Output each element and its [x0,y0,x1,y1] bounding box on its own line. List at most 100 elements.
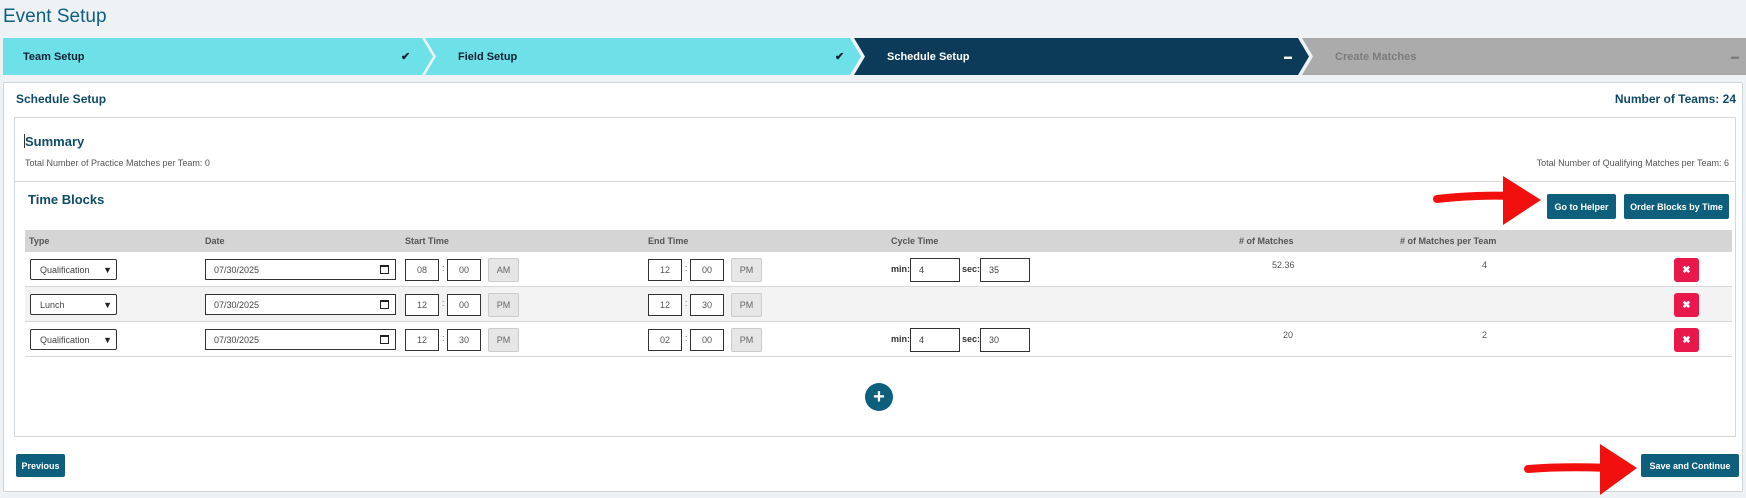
order-blocks-button[interactable]: Order Blocks by Time [1624,194,1729,219]
end-hour-input[interactable]: 12 [648,259,682,281]
end-ampm-toggle[interactable]: PM [731,293,762,317]
end-ampm-toggle[interactable]: PM [731,258,762,282]
start-hour-input[interactable]: 08 [405,259,439,281]
number-of-teams: Number of Teams: 24 [1614,92,1736,106]
matches-per-team-value: 4 [1482,260,1488,270]
cycle-min-input[interactable]: 4 [910,328,960,352]
cycle-sec-input[interactable]: 35 [980,258,1030,282]
time-colon: : [685,333,688,343]
time-colon: : [442,333,445,343]
chevron-down-icon: ▼ [103,335,112,345]
schedule-setup-card: Schedule Setup Number of Teams: 24 Summa… [3,82,1743,492]
add-time-block-button[interactable]: + [865,383,893,411]
start-ampm-toggle[interactable]: PM [488,328,519,352]
end-minute-input[interactable]: 00 [690,259,724,281]
end-hour-input[interactable]: 12 [648,294,682,316]
col-date: Date [205,236,225,246]
cycle-sec-label: sec: [962,334,981,344]
start-ampm-toggle[interactable]: PM [488,293,519,317]
cycle-min-label: min: [891,334,910,344]
time-colon: : [685,263,688,273]
col-matches: # of Matches [1239,236,1294,246]
type-select[interactable]: Lunch ▼ [30,294,117,315]
date-input[interactable]: 07/30/2025 [205,259,396,280]
previous-button[interactable]: Previous [16,454,65,477]
delete-row-button[interactable]: ✖ [1674,258,1699,282]
time-colon: : [442,263,445,273]
matches-per-team-value: 2 [1482,330,1488,340]
cycle-sec-label: sec: [962,264,981,274]
col-cycle-time: Cycle Time [891,236,939,246]
table-row: Qualification ▼ 07/30/2025 12 : 30 PM 02 … [25,322,1732,357]
annotation-arrow-icon [1433,176,1541,225]
date-value: 07/30/2025 [214,299,260,310]
start-minute-input[interactable]: 00 [447,259,481,281]
end-hour-input[interactable]: 02 [648,329,682,351]
date-input[interactable]: 07/30/2025 [205,294,396,315]
matches-value: 52.36 [1272,260,1295,270]
col-start-time: Start Time [405,236,449,246]
minus-icon: ▬ [1284,52,1292,61]
date-input[interactable]: 07/30/2025 [205,329,396,350]
date-value: 07/30/2025 [214,264,260,275]
calendar-icon[interactable] [380,335,389,344]
page-title: Event Setup [3,6,107,27]
date-value: 07/30/2025 [214,334,260,345]
calendar-icon[interactable] [380,300,389,309]
text-caret [24,134,25,148]
save-and-continue-button[interactable]: Save and Continue [1641,454,1739,477]
step-label: Schedule Setup [887,50,970,63]
cycle-min-label: min: [891,264,910,274]
matches-value: 20 [1283,330,1294,340]
start-ampm-toggle[interactable]: AM [488,258,519,282]
time-blocks-table: Type Date Start Time End Time Cycle Time… [25,230,1732,357]
end-minute-input[interactable]: 30 [690,294,724,316]
step-create-matches[interactable]: Create Matches ▬ [1302,38,1746,75]
table-row: Lunch ▼ 07/30/2025 12 : 00 PM 12 : 30 PM … [25,287,1732,322]
time-colon: : [685,298,688,308]
step-label: Field Setup [458,50,518,63]
card-title: Schedule Setup [16,92,107,106]
step-label: Team Setup [23,50,85,63]
start-hour-input[interactable]: 12 [405,294,439,316]
summary-title-text: Summary [25,134,85,149]
type-value: Qualification [40,334,90,345]
table-header: Type Date Start Time End Time Cycle Time… [25,230,1732,252]
type-value: Lunch [40,299,65,310]
delete-row-button[interactable]: ✖ [1674,293,1699,317]
step-field-setup[interactable]: Field Setup ✔ [425,38,861,75]
step-schedule-setup[interactable]: Schedule Setup ▬ [854,38,1309,75]
step-team-setup[interactable]: Team Setup ✔ [3,38,433,75]
time-colon: : [442,298,445,308]
delete-row-button[interactable]: ✖ [1674,328,1699,352]
check-icon: ✔ [835,51,845,63]
end-ampm-toggle[interactable]: PM [731,328,762,352]
summary-panel: Summary Total Number of Practice Matches… [14,117,1736,437]
step-label: Create Matches [1335,50,1417,63]
type-select[interactable]: Qualification ▼ [30,329,117,350]
type-select[interactable]: Qualification ▼ [30,259,117,280]
check-icon: ✔ [401,51,411,63]
type-value: Qualification [40,264,90,275]
annotation-arrow-icon [1524,444,1637,495]
qualifying-matches-total: Total Number of Qualifying Matches per T… [1536,158,1729,168]
summary-title: Summary [24,134,85,149]
cycle-sec-input[interactable]: 30 [980,328,1030,352]
minus-icon: ▬ [1731,52,1739,61]
time-blocks-title: Time Blocks [28,192,105,207]
table-row: Qualification ▼ 07/30/2025 08 : 00 AM 12 … [25,252,1732,287]
cycle-min-input[interactable]: 4 [910,258,960,282]
start-minute-input[interactable]: 00 [447,294,481,316]
chevron-down-icon: ▼ [103,265,112,275]
end-minute-input[interactable]: 00 [690,329,724,351]
go-to-helper-button[interactable]: Go to Helper [1547,194,1616,219]
start-minute-input[interactable]: 30 [447,329,481,351]
col-matches-per-team: # of Matches per Team [1400,236,1497,246]
col-type: Type [29,236,50,246]
progress-stepper: Team Setup ✔ Field Setup ✔ Schedule Setu… [3,38,1746,75]
calendar-icon[interactable] [380,265,389,274]
practice-matches-total: Total Number of Practice Matches per Tea… [25,158,210,168]
col-end-time: End Time [648,236,689,246]
start-hour-input[interactable]: 12 [405,329,439,351]
chevron-down-icon: ▼ [103,300,112,310]
